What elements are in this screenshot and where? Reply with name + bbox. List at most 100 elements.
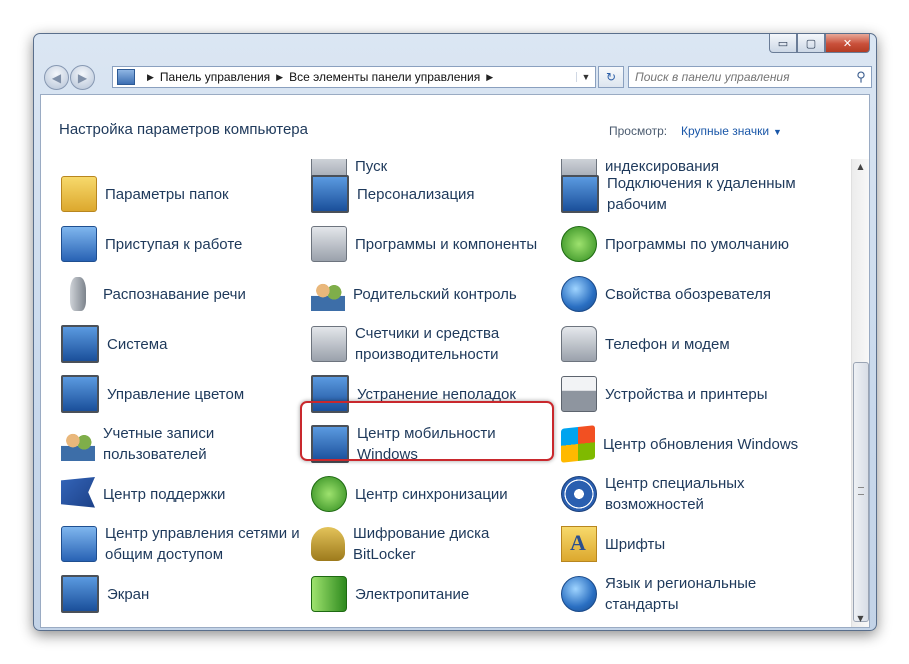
item-label: Приступая к работе — [105, 235, 243, 253]
control-panel-item[interactable]: Язык и региональные стандарты — [561, 571, 806, 617]
item-label: Учетные записи пользователей — [103, 425, 215, 463]
programs-features-icon — [311, 226, 347, 262]
control-panel-item[interactable]: Программы и компоненты — [311, 221, 556, 267]
control-panel-item[interactable]: Персонализация — [311, 171, 556, 217]
control-panel-item[interactable]: Свойства обозревателя — [561, 271, 806, 317]
control-panel-item[interactable]: Шрифты — [561, 521, 806, 567]
view-mode-dropdown[interactable]: Крупные значки ▼ — [681, 124, 782, 138]
control-panel-item[interactable]: Центр синхронизации — [311, 471, 556, 517]
user-accounts-icon — [61, 427, 95, 461]
scroll-down-icon[interactable]: ▼ — [853, 611, 868, 627]
color-management-icon — [61, 375, 99, 413]
item-label: Свойства обозревателя — [605, 285, 771, 303]
item-label: Центр специальных возможностей — [605, 475, 745, 513]
control-panel-item[interactable]: Программы по умолчанию — [561, 221, 806, 267]
breadcrumb-separator-icon: ▶ — [276, 71, 284, 82]
item-label: Программы и компоненты — [355, 235, 538, 253]
refresh-button[interactable]: ↻ — [598, 66, 624, 88]
item-label: Центр поддержки — [103, 485, 226, 503]
accessibility-icon — [561, 476, 597, 512]
grip-icon — [858, 487, 864, 495]
breadcrumb-separator-icon: ▶ — [147, 71, 154, 82]
back-arrow-icon: ◀ — [51, 70, 62, 85]
item-label: Управление цветом — [107, 385, 245, 403]
chevron-down-icon: ▼ — [773, 127, 782, 137]
control-panel-item[interactable]: Счетчики и средства производительности — [311, 321, 556, 367]
performance-icon — [311, 326, 347, 362]
item-label: Распознавание речи — [103, 285, 246, 303]
item-label: Подключения к удаленным рабочим — [607, 175, 796, 213]
vertical-scrollbar[interactable]: ▲ ▼ — [851, 159, 869, 627]
network-icon — [61, 526, 97, 562]
control-panel-items: Пуск индексирования Параметры папок Перс… — [41, 159, 849, 627]
breadcrumb-separator-icon[interactable]: ▶ — [486, 72, 493, 83]
item-label: Центр обновления Windows — [603, 435, 799, 453]
folder-options-icon — [61, 176, 97, 212]
item-label: Телефон и модем — [605, 335, 730, 353]
item-label: Шрифты — [605, 535, 666, 553]
phone-modem-icon — [561, 326, 597, 362]
control-panel-item[interactable]: Подключения к удаленным рабочим — [561, 171, 806, 217]
personalization-icon — [311, 175, 349, 213]
action-center-flag-icon — [61, 477, 95, 508]
control-panel-item[interactable]: Центр поддержки — [61, 471, 306, 517]
control-panel-item[interactable]: Управление цветом — [61, 371, 306, 417]
scrollbar-thumb[interactable] — [853, 362, 869, 622]
control-panel-item[interactable]: Экран — [61, 571, 306, 617]
close-button[interactable]: ✕ — [825, 34, 870, 53]
breadcrumb-all-items[interactable]: Все элементы панели управления — [289, 70, 480, 84]
navigation-bar: ◀ ▶ ▶ Панель управления ▶ Все элементы п… — [40, 62, 872, 92]
view-mode-value: Крупные значки — [681, 124, 770, 138]
item-label: Центр управления сетями и общим доступом — [105, 525, 300, 563]
control-panel-item[interactable]: Электропитание — [311, 571, 556, 617]
forward-arrow-icon: ▶ — [77, 70, 88, 85]
item-label: Шифрование диска BitLocker — [353, 525, 490, 563]
control-panel-item[interactable]: Приступая к работе — [61, 221, 306, 267]
control-panel-item[interactable]: Центр управления сетями и общим доступом — [61, 521, 306, 567]
remote-desktop-icon — [561, 175, 599, 213]
scroll-up-icon[interactable]: ▲ — [853, 159, 868, 175]
control-panel-item[interactable]: Параметры папок — [61, 171, 306, 217]
forward-button[interactable]: ▶ — [70, 65, 95, 90]
control-panel-item[interactable]: Учетные записи пользователей — [61, 421, 306, 467]
control-panel-item[interactable]: Устройства и принтеры — [561, 371, 806, 417]
item-label: Родительский контроль — [353, 285, 517, 303]
item-label: Программы по умолчанию — [605, 235, 789, 253]
display-icon — [61, 575, 99, 613]
control-panel-item[interactable]: Центр специальных возможностей — [561, 471, 806, 517]
maximize-button[interactable]: ▢ — [797, 34, 825, 53]
item-label: Устройства и принтеры — [605, 385, 768, 403]
search-icon[interactable]: ⚲ — [851, 69, 871, 85]
printer-icon — [561, 376, 597, 412]
search-box[interactable]: ⚲ — [628, 66, 872, 88]
control-panel-item[interactable]: Центр обновления Windows — [561, 421, 806, 467]
item-label: Параметры папок — [105, 185, 229, 203]
address-dropdown-icon[interactable]: ▼ — [576, 72, 595, 82]
region-language-icon — [561, 576, 597, 612]
control-panel-item[interactable]: Распознавание речи — [61, 271, 306, 317]
power-options-icon — [311, 576, 347, 612]
search-input[interactable] — [629, 69, 851, 85]
control-panel-item[interactable]: Родительский контроль — [311, 271, 556, 317]
breadcrumb-control-panel[interactable]: Панель управления — [160, 70, 270, 84]
item-label: Экран — [107, 585, 150, 603]
address-bar[interactable]: ▶ Панель управления ▶ Все элементы панел… — [112, 66, 596, 88]
item-label: Электропитание — [355, 585, 470, 603]
getting-started-icon — [61, 226, 97, 262]
minimize-button[interactable]: ▭ — [769, 34, 797, 53]
default-programs-icon — [561, 226, 597, 262]
sync-center-icon — [311, 476, 347, 512]
highlight-frame — [300, 401, 554, 461]
control-panel-window: ▭ ▢ ✕ ◀ ▶ ▶ Панель управления ▶ Все элем… — [33, 33, 877, 631]
fonts-icon — [561, 526, 597, 562]
item-label: Система — [107, 335, 168, 353]
control-panel-item[interactable]: Шифрование диска BitLocker — [311, 521, 556, 567]
item-label: Счетчики и средства производительности — [355, 325, 500, 363]
control-panel-item[interactable]: Система — [61, 321, 306, 367]
content-pane: Настройка параметров компьютера Просмотр… — [40, 94, 870, 628]
content-header: Настройка параметров компьютера Просмотр… — [41, 95, 869, 159]
item-label: Язык и региональные стандарты — [605, 575, 757, 613]
item-label: Персонализация — [357, 185, 475, 203]
control-panel-item[interactable]: Телефон и модем — [561, 321, 806, 367]
back-button[interactable]: ◀ — [44, 65, 69, 90]
